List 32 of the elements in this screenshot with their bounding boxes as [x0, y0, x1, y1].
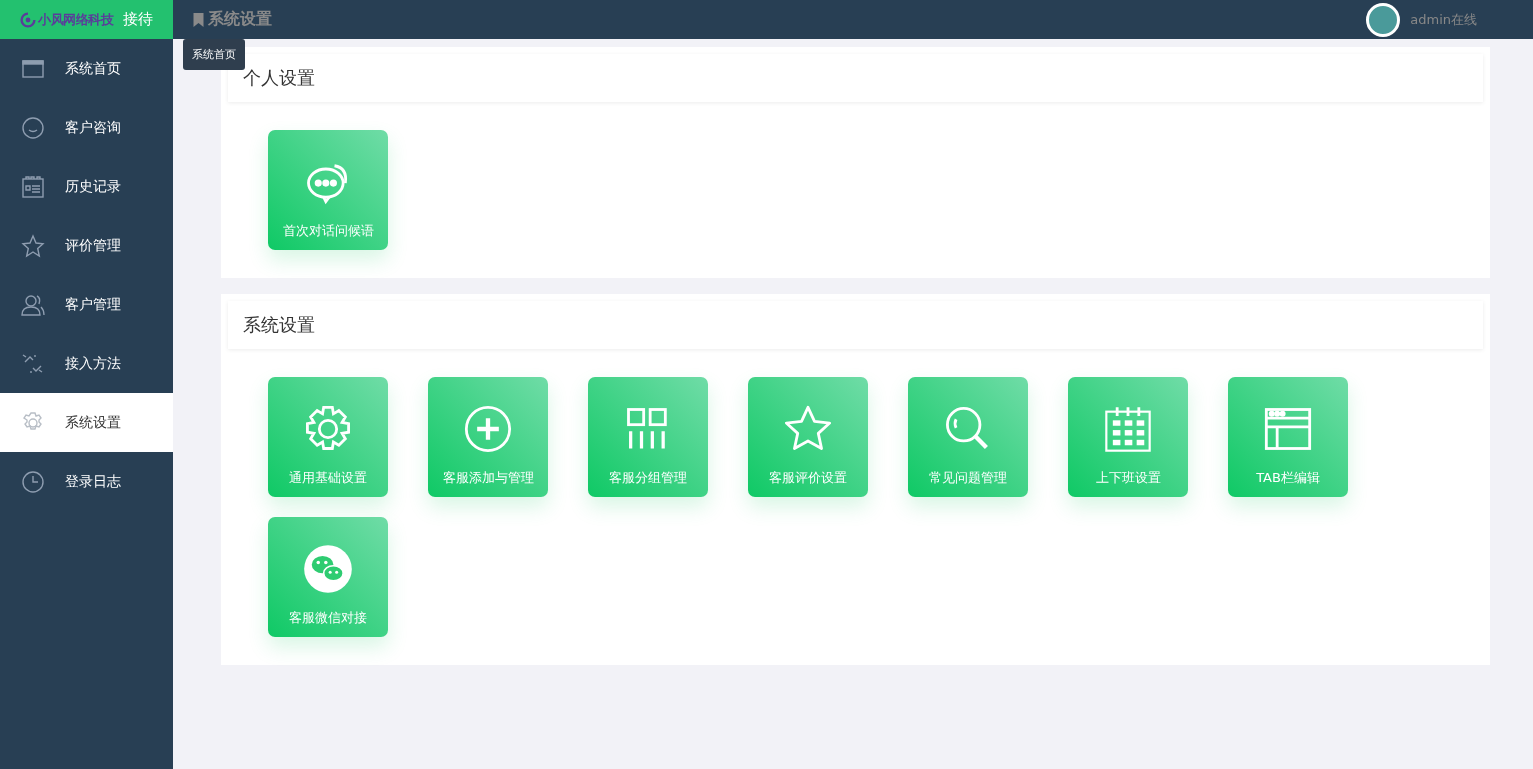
sidebar-item[interactable]: 历史记录 [0, 157, 173, 216]
brand-name: 小风网络科技 [38, 10, 113, 29]
section-title: 系统设置 [228, 301, 1483, 349]
logo-icon [20, 11, 36, 28]
sidebar-item[interactable]: 客户管理 [0, 275, 173, 334]
sidebar-item[interactable]: 客户咨询 [0, 98, 173, 157]
record-icon [21, 174, 45, 199]
wechat-icon [302, 543, 354, 595]
settings-tile[interactable]: 客服微信对接 [268, 517, 388, 637]
settings-tile[interactable]: 客服分组管理 [588, 377, 708, 497]
sidebar-item[interactable]: 评价管理 [0, 216, 173, 275]
settings-tile[interactable]: TAB栏编辑 [1228, 377, 1348, 497]
settings-tile[interactable]: 客服添加与管理 [428, 377, 548, 497]
smile-icon [21, 115, 45, 140]
sidebar-item[interactable]: 登录日志 [0, 452, 173, 511]
brand-mode: 接待 [123, 10, 153, 29]
bookmark-icon [193, 12, 204, 27]
user-status[interactable]: admin在线 [1410, 10, 1477, 29]
sidebar-item[interactable]: 接入方法 [0, 334, 173, 393]
clock-icon [21, 469, 45, 494]
settings-tile[interactable]: 常见问题管理 [908, 377, 1028, 497]
settings-tile[interactable]: 上下班设置 [1068, 377, 1188, 497]
settings-tile[interactable]: 通用基础设置 [268, 377, 388, 497]
sidebar-item[interactable]: 系统首页 [0, 39, 173, 98]
sidebar-item[interactable]: 系统设置 [0, 393, 173, 452]
users-icon [21, 292, 45, 317]
avatar[interactable] [1366, 2, 1401, 37]
page-title: 系统设置 [208, 9, 272, 30]
settings-tile[interactable]: 首次对话问候语 [268, 130, 388, 250]
plus-icon [462, 403, 514, 455]
star-icon [21, 233, 45, 258]
settings-tile[interactable]: 客服评价设置 [748, 377, 868, 497]
